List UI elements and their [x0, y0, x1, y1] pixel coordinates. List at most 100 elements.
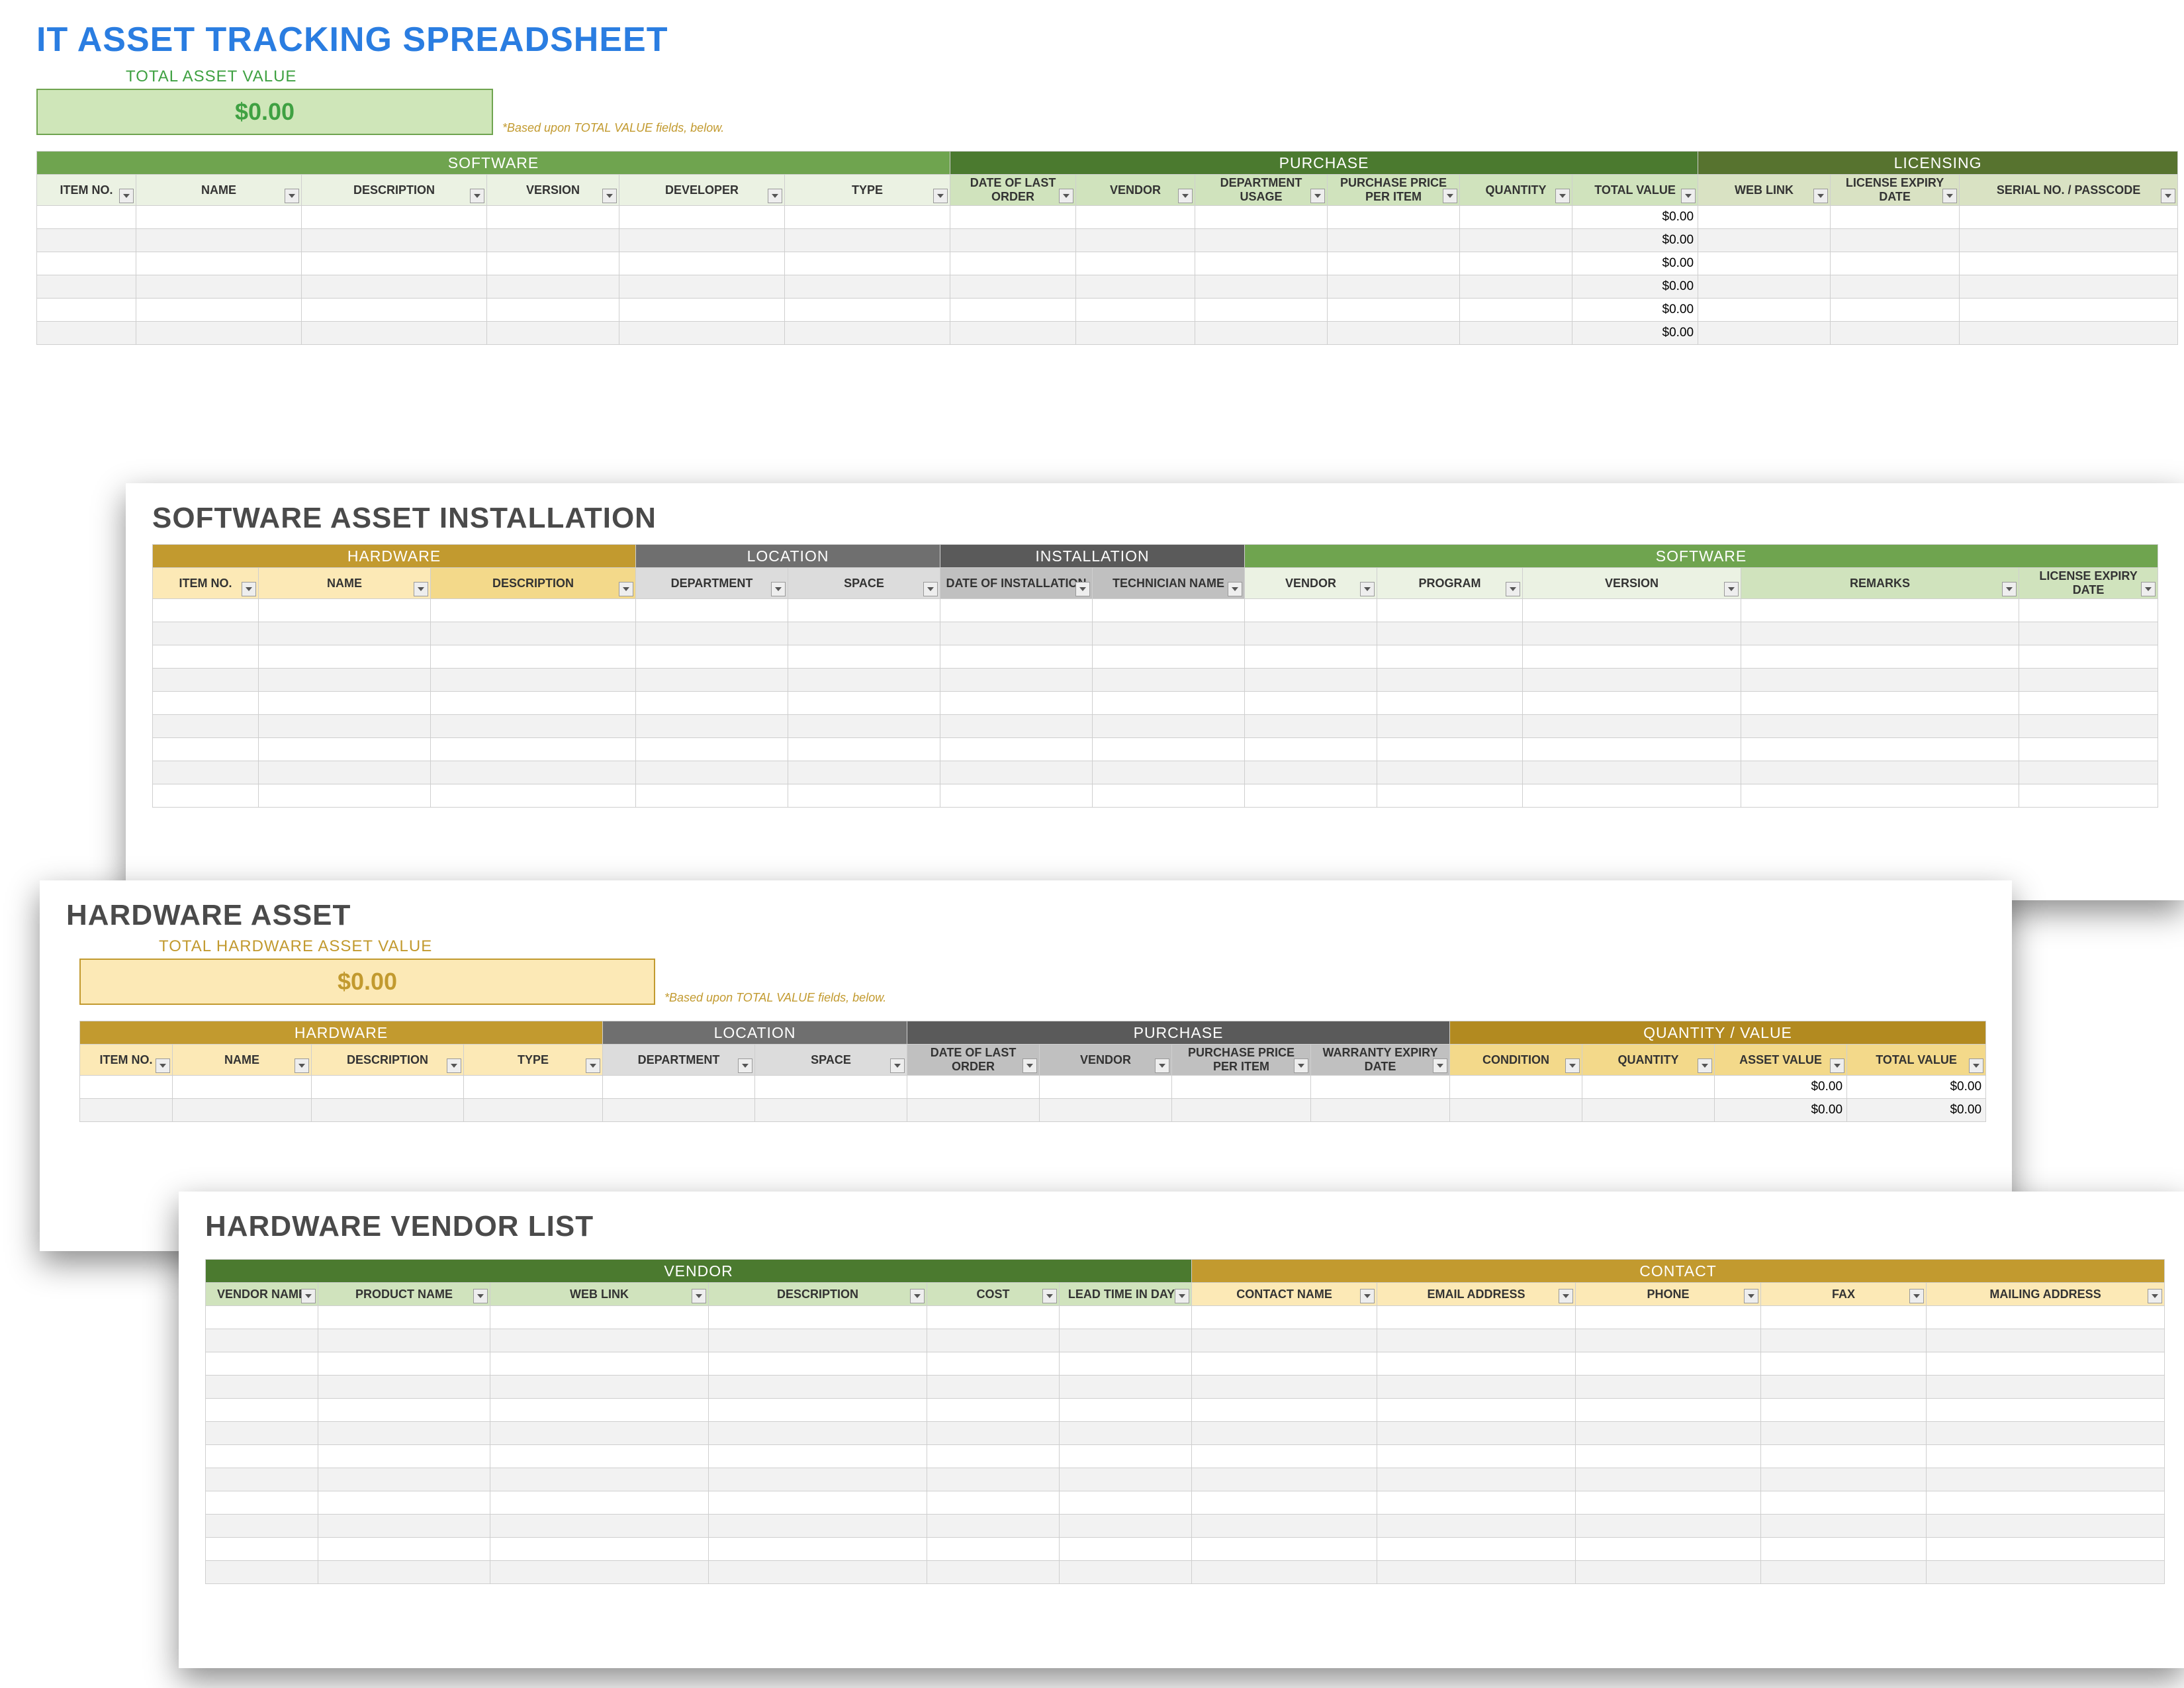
col-license-expiry[interactable]: LICENSE EXPIRY DATE: [1831, 175, 1960, 206]
col-vendor[interactable]: VENDOR: [1076, 175, 1195, 206]
filter-icon[interactable]: [242, 582, 256, 596]
filter-icon[interactable]: [1178, 189, 1193, 203]
filter-icon[interactable]: [1155, 1058, 1169, 1073]
table-row[interactable]: [206, 1515, 2165, 1538]
col-condition[interactable]: CONDITION: [1450, 1045, 1582, 1076]
table-row[interactable]: [153, 784, 2158, 808]
filter-icon[interactable]: [1698, 1058, 1712, 1073]
table-row[interactable]: [153, 761, 2158, 784]
filter-icon[interactable]: [1942, 189, 1957, 203]
filter-icon[interactable]: [1681, 189, 1696, 203]
table-row[interactable]: [153, 692, 2158, 715]
table-row[interactable]: [153, 599, 2158, 622]
col-serial[interactable]: SERIAL NO. / PASSCODE: [1960, 175, 2178, 206]
filter-icon[interactable]: [1555, 189, 1570, 203]
table-row[interactable]: [206, 1538, 2165, 1561]
col-lead-time[interactable]: LEAD TIME IN DAYS: [1060, 1283, 1192, 1306]
filter-icon[interactable]: [156, 1058, 170, 1073]
filter-icon[interactable]: [2141, 582, 2156, 596]
filter-icon[interactable]: [1724, 582, 1739, 596]
table-row[interactable]: [153, 622, 2158, 645]
table-row[interactable]: [153, 645, 2158, 669]
col-date-last-order[interactable]: DATE OF LAST ORDER: [950, 175, 1076, 206]
filter-icon[interactable]: [910, 1289, 925, 1303]
filter-icon[interactable]: [1360, 1289, 1375, 1303]
col-cost[interactable]: COST: [927, 1283, 1060, 1306]
filter-icon[interactable]: [1830, 1058, 1844, 1073]
table-row[interactable]: $0.00$0.00: [80, 1076, 1986, 1099]
table-row[interactable]: $0.00: [37, 229, 2178, 252]
col-quantity[interactable]: QUANTITY: [1460, 175, 1572, 206]
filter-icon[interactable]: [2161, 189, 2175, 203]
col-mailing[interactable]: MAILING ADDRESS: [1927, 1283, 2165, 1306]
filter-icon[interactable]: [1310, 189, 1325, 203]
table-row[interactable]: [206, 1329, 2165, 1352]
filter-icon[interactable]: [619, 582, 633, 596]
col-department[interactable]: DEPARTMENT: [636, 568, 788, 599]
filter-icon[interactable]: [1360, 582, 1375, 596]
col-type[interactable]: TYPE: [464, 1045, 603, 1076]
filter-icon[interactable]: [1228, 582, 1242, 596]
col-warranty-expiry[interactable]: WARRANTY EXPIRY DATE: [1311, 1045, 1450, 1076]
col-date-install[interactable]: DATE OF INSTALLATION: [940, 568, 1093, 599]
filter-icon[interactable]: [768, 189, 782, 203]
col-developer[interactable]: DEVELOPER: [619, 175, 785, 206]
table-row[interactable]: $0.00$0.00: [80, 1099, 1986, 1122]
filter-icon[interactable]: [933, 189, 948, 203]
filter-icon[interactable]: [285, 189, 299, 203]
col-description[interactable]: DESCRIPTION: [431, 568, 636, 599]
table-row[interactable]: $0.00: [37, 252, 2178, 275]
filter-icon[interactable]: [447, 1058, 461, 1073]
table-row[interactable]: [206, 1306, 2165, 1329]
filter-icon[interactable]: [1175, 1289, 1189, 1303]
col-product-name[interactable]: PRODUCT NAME: [318, 1283, 490, 1306]
col-item-no[interactable]: ITEM NO.: [153, 568, 259, 599]
filter-icon[interactable]: [473, 1289, 488, 1303]
filter-icon[interactable]: [1559, 1289, 1573, 1303]
col-price-per-item[interactable]: PURCHASE PRICE PER ITEM: [1172, 1045, 1311, 1076]
filter-icon[interactable]: [586, 1058, 600, 1073]
filter-icon[interactable]: [692, 1289, 706, 1303]
filter-icon[interactable]: [2002, 582, 2017, 596]
col-contact-name[interactable]: CONTACT NAME: [1192, 1283, 1377, 1306]
col-department[interactable]: DEPARTMENT: [603, 1045, 755, 1076]
filter-icon[interactable]: [1042, 1289, 1057, 1303]
hardware-vendor-table[interactable]: VENDOR CONTACT VENDOR NAME PRODUCT NAME …: [205, 1259, 2165, 1584]
col-space[interactable]: SPACE: [788, 568, 940, 599]
table-row[interactable]: [206, 1399, 2165, 1422]
filter-icon[interactable]: [414, 582, 428, 596]
col-web-link[interactable]: WEB LINK: [490, 1283, 709, 1306]
col-total-value[interactable]: TOTAL VALUE: [1847, 1045, 1986, 1076]
col-version[interactable]: VERSION: [487, 175, 619, 206]
software-asset-table[interactable]: SOFTWARE PURCHASE LICENSING ITEM NO. NAM…: [36, 151, 2178, 345]
filter-icon[interactable]: [119, 189, 134, 203]
filter-icon[interactable]: [301, 1289, 316, 1303]
hardware-asset-table[interactable]: HARDWARE LOCATION PURCHASE QUANTITY / VA…: [79, 1021, 1986, 1122]
col-remarks[interactable]: REMARKS: [1741, 568, 2019, 599]
filter-icon[interactable]: [771, 582, 786, 596]
col-fax[interactable]: FAX: [1761, 1283, 1927, 1306]
col-price-per-item[interactable]: PURCHASE PRICE PER ITEM: [1328, 175, 1460, 206]
col-type[interactable]: TYPE: [785, 175, 950, 206]
filter-icon[interactable]: [602, 189, 617, 203]
table-row[interactable]: $0.00: [37, 275, 2178, 299]
col-technician[interactable]: TECHNICIAN NAME: [1093, 568, 1245, 599]
filter-icon[interactable]: [923, 582, 938, 596]
table-row[interactable]: [153, 669, 2158, 692]
filter-icon[interactable]: [1813, 189, 1828, 203]
table-row[interactable]: [153, 738, 2158, 761]
filter-icon[interactable]: [295, 1058, 309, 1073]
filter-icon[interactable]: [1443, 189, 1457, 203]
filter-icon[interactable]: [1969, 1058, 1983, 1073]
filter-icon[interactable]: [1023, 1058, 1037, 1073]
table-row[interactable]: [206, 1445, 2165, 1468]
table-row[interactable]: [153, 715, 2158, 738]
table-row[interactable]: [206, 1561, 2165, 1584]
table-row[interactable]: [206, 1491, 2165, 1515]
software-install-table[interactable]: HARDWARE LOCATION INSTALLATION SOFTWARE …: [152, 544, 2158, 808]
col-asset-value[interactable]: ASSET VALUE: [1715, 1045, 1847, 1076]
col-department-usage[interactable]: DEPARTMENT USAGE: [1195, 175, 1328, 206]
col-license-expiry[interactable]: LICENSE EXPIRY DATE: [2019, 568, 2158, 599]
filter-icon[interactable]: [1909, 1289, 1924, 1303]
col-email[interactable]: EMAIL ADDRESS: [1377, 1283, 1576, 1306]
